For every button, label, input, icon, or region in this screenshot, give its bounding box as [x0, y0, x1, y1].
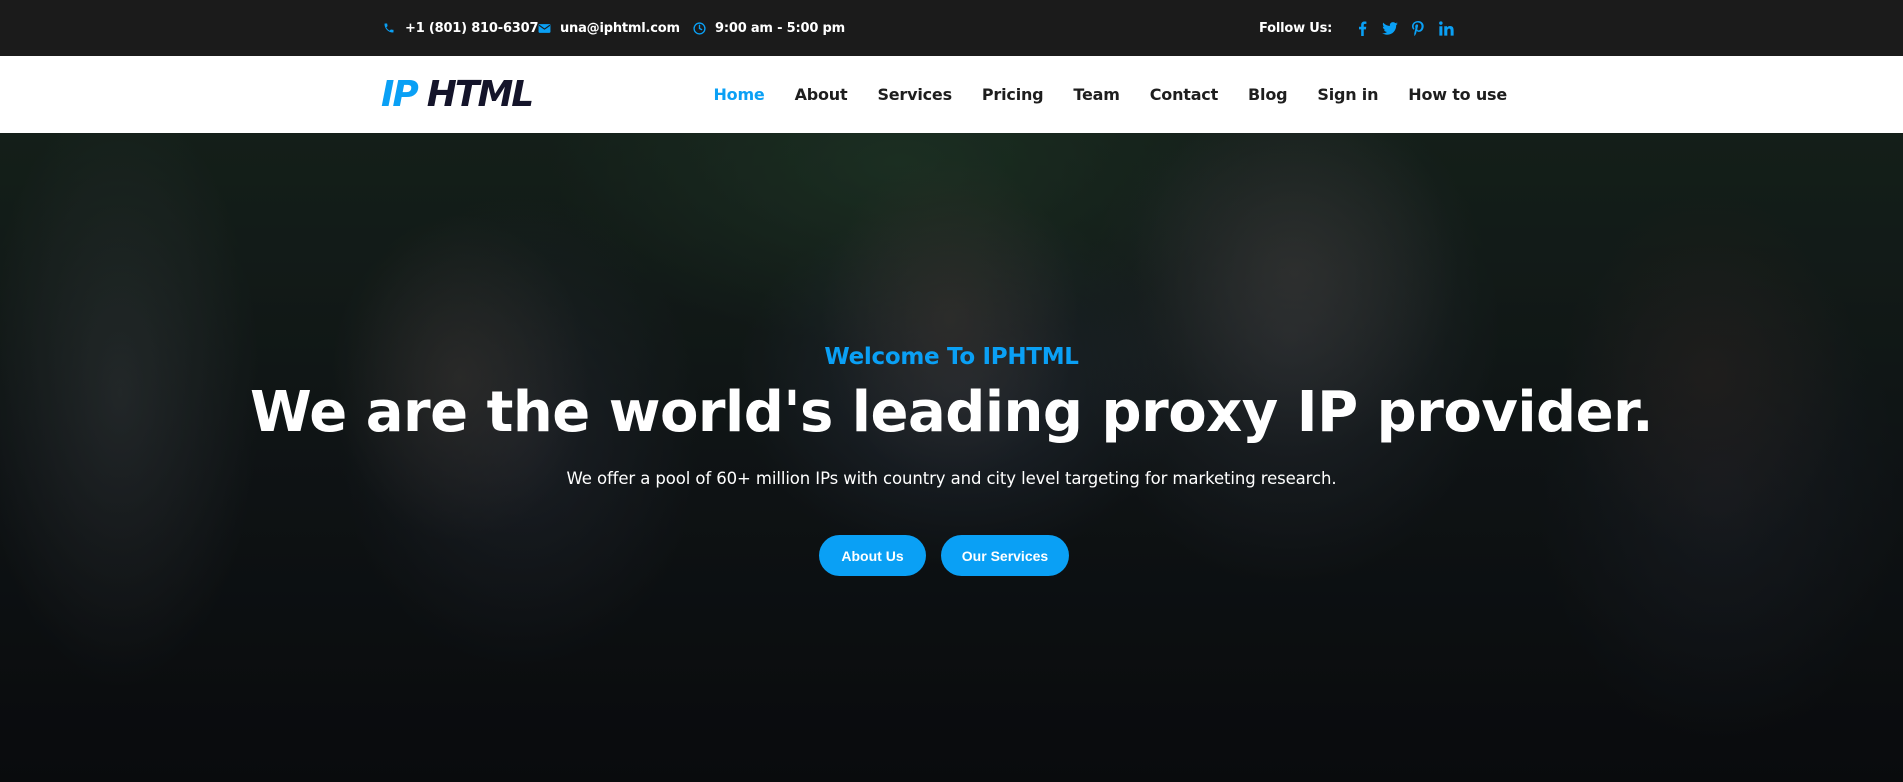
nav-item-sign-in[interactable]: Sign in — [1317, 85, 1378, 104]
brand-logo[interactable]: IP HTML — [381, 70, 534, 118]
linkedin-icon[interactable] — [1438, 20, 1454, 36]
nav-item-blog[interactable]: Blog — [1248, 85, 1288, 104]
email-icon — [537, 21, 551, 35]
nav-item-home[interactable]: Home — [713, 85, 764, 104]
hero-subline: We offer a pool of 60+ million IPs with … — [566, 469, 1337, 488]
social-links: Follow Us: — [1259, 0, 1454, 56]
twitter-icon[interactable] — [1382, 20, 1398, 36]
hours-text: 9:00 am - 5:00 pm — [715, 20, 845, 36]
contact-email[interactable]: una@iphtml.com — [537, 0, 680, 56]
phone-text: +1 (801) 810-6307 — [405, 20, 539, 36]
our-services-button[interactable]: Our Services — [941, 535, 1069, 576]
facebook-icon[interactable] — [1354, 20, 1370, 36]
hero-welcome-text: Welcome To IPHTML — [824, 344, 1079, 370]
about-us-button[interactable]: About Us — [819, 535, 926, 576]
hero-section: Welcome To IPHTML We are the world's lea… — [0, 133, 1903, 782]
nav-item-team[interactable]: Team — [1073, 85, 1120, 104]
hero-overlay — [0, 133, 1903, 782]
pinterest-icon[interactable] — [1410, 20, 1426, 36]
business-hours: 9:00 am - 5:00 pm — [692, 0, 845, 56]
contact-phone[interactable]: +1 (801) 810-6307 — [382, 0, 539, 56]
nav-item-how-to-use[interactable]: How to use — [1408, 85, 1507, 104]
follow-label: Follow Us: — [1259, 20, 1333, 36]
nav-item-pricing[interactable]: Pricing — [982, 85, 1044, 104]
nav-menu: Home About Services Pricing Team Contact… — [683, 56, 1507, 133]
phone-icon — [382, 21, 396, 35]
email-text: una@iphtml.com — [560, 20, 680, 36]
nav-item-contact[interactable]: Contact — [1150, 85, 1219, 104]
main-navbar: IP HTML Home About Services Pricing Team… — [0, 56, 1903, 133]
top-bar: +1 (801) 810-6307 una@iphtml.com 9:00 am… — [0, 0, 1903, 56]
nav-item-services[interactable]: Services — [877, 85, 952, 104]
clock-icon — [692, 21, 706, 35]
hero-headline: We are the world's leading proxy IP prov… — [249, 380, 1654, 445]
logo-ip-text: IP — [381, 73, 419, 115]
logo-html-text: HTML — [426, 73, 534, 115]
nav-item-about[interactable]: About — [795, 85, 848, 104]
